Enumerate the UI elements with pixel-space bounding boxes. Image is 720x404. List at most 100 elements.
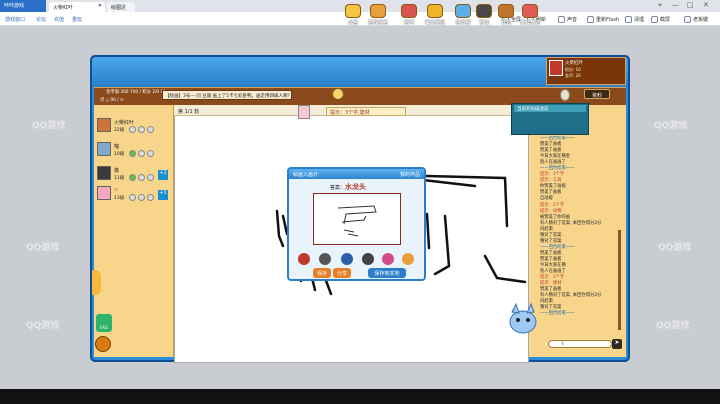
share-button[interactable]: 分享 xyxy=(333,268,351,278)
plus-one-badge: +1 xyxy=(158,190,168,200)
chat-scrollbar[interactable] xyxy=(618,230,621,330)
props-button[interactable]: 道具精选 xyxy=(520,4,540,26)
player-level: 11级 xyxy=(114,176,125,181)
player-level: 13级 xyxy=(114,196,125,201)
notice-button[interactable]: 公告 xyxy=(343,4,363,26)
thumbnail-drawing xyxy=(337,205,377,237)
shop-icon xyxy=(476,4,492,18)
player-card[interactable]: 火柴红叶 22级 xyxy=(96,117,172,141)
fag-badge[interactable]: FAG xyxy=(96,314,112,332)
save-local-button[interactable]: 保存到本地 xyxy=(368,268,406,278)
maximize-icon[interactable]: □ xyxy=(687,1,694,9)
player-name: 火柴红叶 xyxy=(114,120,135,126)
sound-icon xyxy=(558,16,565,23)
player-name: 像 xyxy=(114,168,120,174)
dialog-title-bar: 绘画入画计 我的作品 xyxy=(289,169,424,179)
send-button[interactable]: ➤ xyxy=(612,339,622,349)
watermark: QQ游戏 xyxy=(656,321,690,331)
avatar[interactable] xyxy=(549,60,563,76)
screenshot-button[interactable]: 截屏 xyxy=(651,16,670,23)
tool-icon[interactable] xyxy=(319,253,331,265)
reload-flash-label: 重新Flash xyxy=(596,17,620,23)
gift-icon xyxy=(427,4,443,18)
badge-icon xyxy=(138,194,145,201)
screenshot-icon xyxy=(651,16,658,23)
bag-icon xyxy=(498,4,514,18)
menu-replay[interactable]: 重玩 xyxy=(72,16,82,23)
answer-label: 答案： xyxy=(330,185,346,191)
close-tab-icon[interactable]: ✕ xyxy=(98,3,102,9)
drawing-thumbnail xyxy=(313,193,401,245)
notice-line: 当前开局描述前 xyxy=(514,105,586,112)
menu-recharge[interactable]: 充值 xyxy=(54,16,64,23)
taskbar xyxy=(0,389,720,404)
reload-flash-button[interactable]: 重新Flash xyxy=(587,16,619,23)
app-title-tab[interactable]: 咔咔游戏 xyxy=(0,0,46,12)
clean-button[interactable]: 清理 xyxy=(625,16,644,23)
sound-label: 声音 xyxy=(567,17,578,23)
notice-label: 公告 xyxy=(347,20,358,26)
app-title: 咔咔游戏 xyxy=(4,3,25,9)
avatar xyxy=(97,142,111,156)
player-card[interactable]: 喵 10级 xyxy=(96,141,172,165)
tool-icon[interactable] xyxy=(341,253,353,265)
close-window-icon[interactable]: ✕ xyxy=(703,1,709,9)
round-label: 第 1/1 轮 xyxy=(178,109,200,115)
text-cursor-icon: I xyxy=(562,340,564,347)
treasure-icon[interactable] xyxy=(95,336,111,352)
player-name: < xyxy=(114,187,119,193)
sound-button[interactable]: 声音 xyxy=(558,16,577,23)
dialog-my-works[interactable]: 我的作品 xyxy=(400,171,420,178)
watermark: QQ游戏 xyxy=(654,121,688,131)
watermark: QQ游戏 xyxy=(26,321,60,331)
tab-other[interactable]: 绘图达人… xyxy=(107,2,135,18)
info-button[interactable]: 资料 xyxy=(584,89,610,99)
dialog-title: 绘画入画计 xyxy=(293,172,319,178)
ranking-button[interactable]: 排行榜 xyxy=(453,4,473,26)
task-button[interactable]: 游戏任务 xyxy=(368,4,388,26)
draw-bar-button[interactable]: 画吧 xyxy=(399,4,419,26)
expand-arrow-button[interactable] xyxy=(92,270,101,295)
chat-input[interactable] xyxy=(548,340,612,348)
tool-icon[interactable] xyxy=(402,253,414,265)
ranking-label: 排行榜 xyxy=(455,20,471,26)
badge-icon xyxy=(147,126,154,133)
player-level: 22级 xyxy=(114,128,125,133)
screenshot-label: 截屏 xyxy=(660,17,671,23)
shop-label: 商城 xyxy=(478,20,489,26)
bell-icon[interactable] xyxy=(332,88,344,100)
chat-log: 一一回合结束一一 赞美了画板 赞美了画板 今日大家在猜金 别人在画画了 一一回合结束一一提… xyxy=(540,136,620,336)
badge-icon xyxy=(129,174,136,181)
egg-icon[interactable] xyxy=(560,89,570,101)
bag-label: 背包 xyxy=(500,20,511,26)
tool-icon[interactable] xyxy=(298,253,310,265)
tab-active[interactable]: 火柴红叶 ✕ xyxy=(49,2,105,12)
avatar xyxy=(97,166,111,180)
save-button[interactable]: 保存 xyxy=(313,268,331,278)
bag-button[interactable]: 背包 xyxy=(496,4,516,26)
menu-game-window[interactable]: 游戏窗口 xyxy=(5,16,25,23)
answer-text: 水龙头 xyxy=(345,183,367,191)
room-message: 【绘画】3号— 问 豆腐 画上了5卡七彩卧鸭，画走用四级人啊？ xyxy=(162,90,292,100)
badge-icon xyxy=(147,194,154,201)
player-level: 10级 xyxy=(114,152,125,157)
menu-forum[interactable]: 论坛 xyxy=(36,16,46,23)
tab-label: 火柴红叶 xyxy=(53,5,74,11)
player-card[interactable]: < 13级 +1 xyxy=(96,185,172,209)
chat-line: 一一回合结束一一 xyxy=(540,311,575,317)
draw-bar-icon xyxy=(401,4,417,18)
avatar xyxy=(97,118,111,132)
notice-icon xyxy=(345,4,361,18)
shop-button[interactable]: 商城 xyxy=(474,4,494,26)
player-name: 喵 xyxy=(114,144,120,150)
daily-reward-button[interactable]: 每日奖励 xyxy=(425,4,445,26)
watermark: QQ游戏 xyxy=(658,243,692,253)
tool-icon[interactable] xyxy=(362,253,374,265)
trophy-icon xyxy=(455,4,471,18)
boss-key-button[interactable]: 老板键 xyxy=(684,16,708,23)
draw-bar-label: 画吧 xyxy=(403,20,414,26)
task-icon xyxy=(370,4,386,18)
pin-icon[interactable]: ⌖ xyxy=(658,1,662,10)
minimize-icon[interactable]: — xyxy=(672,1,679,9)
tool-icon[interactable] xyxy=(382,253,394,265)
